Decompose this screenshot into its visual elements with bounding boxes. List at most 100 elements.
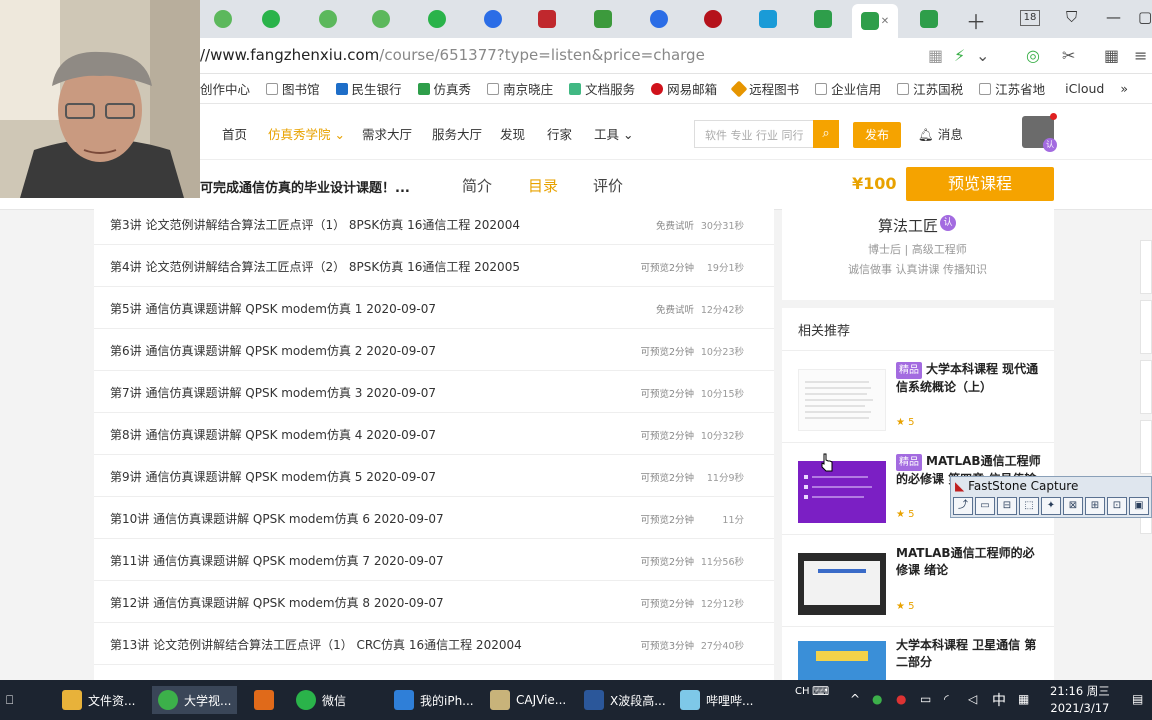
- taskbar-app[interactable]: X波段高...: [578, 686, 672, 714]
- menu-icon[interactable]: ≡: [1134, 46, 1147, 65]
- bookmark-item[interactable]: 图书馆: [266, 79, 320, 98]
- nav-experts[interactable]: 行家: [547, 124, 572, 143]
- keyboard-icon[interactable]: ⌨: [812, 684, 829, 698]
- tab-intro[interactable]: 简介: [462, 175, 492, 196]
- side-tool[interactable]: [1140, 240, 1152, 294]
- rec-item[interactable]: 精品 大学本科课程 现代通信系统概论（上） ★ 5: [782, 350, 1054, 442]
- new-tab-icon[interactable]: ＋: [966, 6, 986, 35]
- bookmark-item[interactable]: 仿真秀: [417, 79, 471, 98]
- lesson-row[interactable]: 第6讲 通信仿真课题讲解 QPSK modem仿真 2 2020-09-07 可预…: [94, 329, 774, 371]
- rec-thumbnail[interactable]: [798, 553, 886, 615]
- lesson-row[interactable]: 第10讲 通信仿真课题讲解 QPSK modem仿真 6 2020-09-07 可…: [94, 497, 774, 539]
- maximize-icon[interactable]: ▢: [1138, 8, 1152, 26]
- browser-tab[interactable]: [358, 4, 404, 34]
- rec-title[interactable]: 大学本科课程 卫星通信 第二部分: [896, 637, 1042, 671]
- nav-home[interactable]: 首页: [222, 124, 247, 143]
- taskbar-app[interactable]: 微信: [290, 686, 352, 714]
- faststone-capture-toolbar[interactable]: ◣ FastStone Capture ⤴ ▭ ⊟ ⬚ ✦ ⊠ ⊞ ⊡ ▣: [950, 476, 1152, 518]
- search-button[interactable]: ⌕: [813, 120, 839, 148]
- taskbar-app[interactable]: CAJVie...: [484, 686, 572, 714]
- lesson-row[interactable]: 第9讲 通信仿真课题讲解 QPSK modem仿真 5 2020-09-07 可预…: [94, 455, 774, 497]
- capture-fixed-icon[interactable]: ⊡: [1107, 497, 1127, 515]
- battery-icon[interactable]: ▭: [920, 692, 931, 706]
- rec-title[interactable]: 精品 大学本科课程 现代通信系统概论（上）: [896, 361, 1042, 396]
- side-tool[interactable]: [1140, 360, 1152, 414]
- lesson-row[interactable]: 第4讲 论文范例讲解结合算法工匠点评（2） 8PSK仿真 16通信工程 2020…: [94, 245, 774, 287]
- bookmark-item[interactable]: iCloud: [1061, 81, 1104, 96]
- bookmark-item[interactable]: 创作中心: [200, 79, 250, 98]
- nav-tools[interactable]: 工具 ⌄: [594, 124, 633, 143]
- search-input[interactable]: 软件 专业 行业 同行: [694, 120, 814, 148]
- lesson-row[interactable]: 第13讲 论文范例讲解结合算法工匠点评（1） CRC仿真 16通信工程 2020…: [94, 623, 774, 665]
- author-name[interactable]: 算法工匠: [878, 215, 938, 236]
- lesson-row[interactable]: 第11讲 通信仿真课题讲解 QPSK modem仿真 7 2020-09-07 可…: [94, 539, 774, 581]
- grid-icon[interactable]: ▦: [928, 46, 943, 65]
- rec-title[interactable]: MATLAB通信工程师的必修课 绪论: [896, 545, 1042, 579]
- taskbar-app[interactable]: 文件资...: [56, 686, 141, 714]
- taskbar-app[interactable]: 我的iPh...: [388, 686, 480, 714]
- bookmark-item[interactable]: 文档服务: [569, 79, 635, 98]
- open-icon[interactable]: ⤴: [953, 497, 973, 515]
- rec-item[interactable]: 大学本科课程 卫星通信 第二部分: [782, 626, 1054, 680]
- tray-app-icon[interactable]: ●: [896, 692, 906, 706]
- taskbar-overflow-icon[interactable]: ⎕: [0, 686, 19, 714]
- browser-tab[interactable]: [690, 4, 736, 34]
- capture-fullscreen-icon[interactable]: ⊠: [1063, 497, 1083, 515]
- ime-language[interactable]: 中: [992, 690, 1006, 710]
- browser-tab[interactable]: [636, 4, 682, 34]
- browser-tab[interactable]: [906, 4, 952, 34]
- rec-thumbnail[interactable]: [798, 369, 886, 431]
- capture-window-icon[interactable]: ▭: [975, 497, 995, 515]
- scissors-icon[interactable]: ✂: [1062, 46, 1075, 65]
- publish-button[interactable]: 发布: [853, 122, 901, 148]
- apps-grid-icon[interactable]: ▦: [1104, 46, 1119, 65]
- url-text[interactable]: //www.fangzhenxiu.com/course/651377?type…: [200, 46, 705, 64]
- side-tool[interactable]: [1140, 420, 1152, 474]
- browser-tab[interactable]: [470, 4, 516, 34]
- taskbar-app[interactable]: 哔哩哔...: [674, 686, 759, 714]
- tray-expand-icon[interactable]: ^: [850, 692, 860, 706]
- capture-object-icon[interactable]: ⊟: [997, 497, 1017, 515]
- tab-reviews[interactable]: 评价: [593, 175, 623, 196]
- extension-icon[interactable]: ◎: [1026, 46, 1040, 65]
- clock[interactable]: 21:16 周三 2021/3/17: [1050, 683, 1110, 717]
- notification-icon[interactable]: ▤: [1132, 692, 1143, 706]
- preview-course-button[interactable]: 预览课程: [906, 167, 1054, 201]
- lesson-row[interactable]: 第5讲 通信仿真课题讲解 QPSK modem仿真 1 2020-09-07 免费…: [94, 287, 774, 329]
- lesson-row[interactable]: 第12讲 通信仿真课题讲解 QPSK modem仿真 8 2020-09-07 可…: [94, 581, 774, 623]
- chevron-down-icon[interactable]: ⌄: [976, 46, 989, 65]
- bookmark-item[interactable]: 江苏省地: [979, 79, 1045, 98]
- capture-freehand-icon[interactable]: ✦: [1041, 497, 1061, 515]
- browser-tab-active[interactable]: ✕: [852, 4, 898, 38]
- shirt-icon[interactable]: ⛉: [1066, 8, 1077, 26]
- browser-tab[interactable]: [580, 4, 626, 34]
- messages-link[interactable]: 🔔︎ 消息: [918, 124, 963, 143]
- close-tab-icon[interactable]: ✕: [881, 16, 889, 27]
- rec-item[interactable]: MATLAB通信工程师的必修课 绪论 ★ 5: [782, 534, 1054, 626]
- taskbar-app[interactable]: 大学视...: [152, 686, 238, 714]
- nav-demand[interactable]: 需求大厅: [362, 124, 412, 143]
- side-tool[interactable]: [1140, 300, 1152, 354]
- lesson-row[interactable]: 第7讲 通信仿真课题讲解 QPSK modem仿真 3 2020-09-07 可预…: [94, 371, 774, 413]
- lesson-row[interactable]: 第3讲 论文范例讲解结合算法工匠点评（1） 8PSK仿真 16通信工程 2020…: [94, 203, 774, 245]
- bookmark-item[interactable]: 南京晓庄: [487, 79, 553, 98]
- rec-thumbnail[interactable]: [798, 641, 886, 680]
- bookmarks-overflow-icon[interactable]: »: [1120, 81, 1128, 96]
- minimize-icon[interactable]: —: [1106, 8, 1121, 26]
- bookmark-item[interactable]: 民生银行: [335, 79, 402, 98]
- tab-catalog[interactable]: 目录: [528, 175, 558, 196]
- bookmark-item[interactable]: 江苏国税: [897, 79, 963, 98]
- lesson-row[interactable]: 第8讲 通信仿真课题讲解 QPSK modem仿真 4 2020-09-07 可预…: [94, 413, 774, 455]
- nav-service[interactable]: 服务大厅: [432, 124, 482, 143]
- browser-tab[interactable]: [305, 4, 351, 34]
- browser-tab[interactable]: [800, 4, 846, 34]
- lightning-icon[interactable]: ⚡: [954, 46, 965, 65]
- taskbar-app[interactable]: [248, 686, 286, 714]
- tray-app-icon[interactable]: ●: [872, 692, 882, 706]
- bookmark-item[interactable]: 企业信用: [815, 79, 881, 98]
- bookmark-item[interactable]: 网易邮箱: [651, 79, 717, 98]
- nav-academy[interactable]: 仿真秀学院 ⌄: [268, 124, 345, 143]
- tab-count-badge[interactable]: 18: [1020, 10, 1040, 26]
- wifi-icon[interactable]: ◜: [944, 692, 949, 706]
- record-screen-icon[interactable]: ▣: [1129, 497, 1149, 515]
